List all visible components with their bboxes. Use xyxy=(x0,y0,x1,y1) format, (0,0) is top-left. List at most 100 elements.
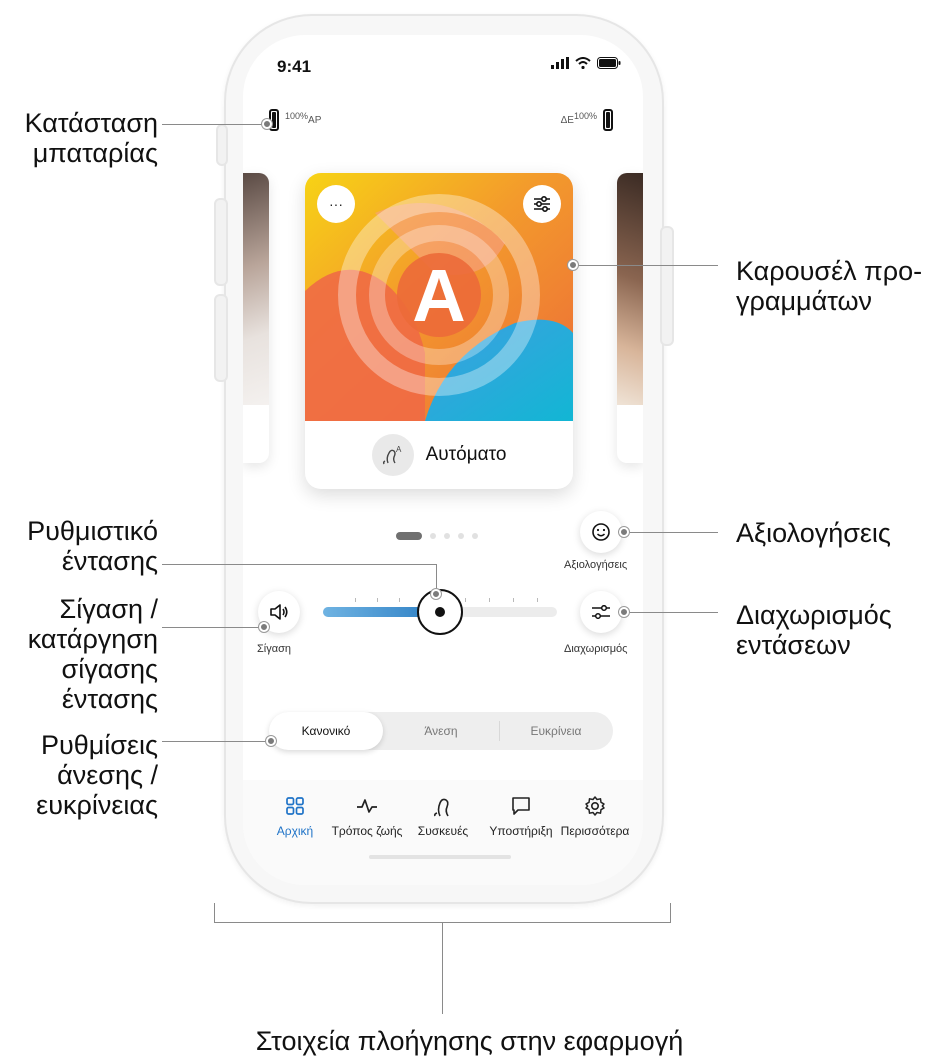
program-image-prev xyxy=(243,173,269,405)
nav-item-devices[interactable]: Συσκευές xyxy=(401,780,485,838)
sliders-icon xyxy=(592,605,610,619)
slider-tick xyxy=(537,598,538,602)
annotation-comfort-line3: ευκρίνειας xyxy=(36,790,158,820)
leader-volume xyxy=(162,564,436,565)
annotation-mute-line4: έντασης xyxy=(61,684,158,714)
segment-comfort[interactable]: Άνεση xyxy=(383,712,499,750)
bracket-stem xyxy=(442,922,443,1014)
annotation-ratings-line1: Αξιολογήσεις xyxy=(736,518,891,548)
phone-side-button-volume-down xyxy=(214,294,228,382)
ratings-label: Αξιολογήσεις xyxy=(564,559,628,571)
ratings-button[interactable] xyxy=(580,511,622,553)
gear-icon xyxy=(585,796,605,816)
sliders-settings-icon xyxy=(534,196,550,212)
program-settings-button[interactable] xyxy=(523,185,561,223)
leader-knob-mute xyxy=(259,622,269,632)
hearing-aid-auto-icon: A xyxy=(382,445,402,465)
volume-slider-thumb-dot xyxy=(435,607,445,617)
annotation-mute-line1: Σίγαση / xyxy=(59,594,158,624)
annotation-volume: Ρυθμιστικό έντασης xyxy=(4,516,158,576)
carousel-next-card[interactable] xyxy=(617,173,643,463)
annotation-comfort-line1: Ρυθμίσεις xyxy=(40,730,158,760)
wifi-icon xyxy=(575,57,591,69)
segment-normal[interactable]: Κανονικό xyxy=(269,712,383,750)
program-card[interactable]: A ··· A Αυτόματο xyxy=(305,173,573,489)
program-letter: A xyxy=(412,254,465,337)
status-time: 9:41 xyxy=(277,57,312,76)
speaker-icon xyxy=(270,604,288,620)
annotation-battery-line1: Κατάσταση xyxy=(24,108,158,138)
split-volume-label: Διαχωρισμός xyxy=(564,643,628,655)
phone-side-button-power xyxy=(660,226,674,346)
slider-tick xyxy=(465,598,466,602)
nav-label-support: Υποστήριξη xyxy=(489,824,553,838)
nav-item-support[interactable]: Υποστήριξη xyxy=(479,780,563,838)
battery-left: 100% ΑΡ xyxy=(269,109,321,131)
annotation-split: Διαχωρισμός εντάσεων xyxy=(736,600,936,660)
slider-tick xyxy=(399,598,400,602)
page-dot-1[interactable] xyxy=(396,532,422,540)
annotation-split-line1: Διαχωρισμός xyxy=(736,600,892,630)
annotation-comfort: Ρυθμίσεις άνεσης / ευκρίνειας xyxy=(4,730,158,820)
battery-left-percent: 100% xyxy=(285,111,309,121)
leader-battery xyxy=(162,124,268,125)
annotation-mute-line2: κατάργηση xyxy=(27,624,158,654)
leader-comfort xyxy=(162,741,272,742)
phone-battery-icon xyxy=(597,57,621,69)
annotation-mute-line3: σίγασης xyxy=(61,654,158,684)
annotation-volume-line2: έντασης xyxy=(61,546,158,576)
annotation-navigation: Στοιχεία πλοήγησης στην εφαρμογή xyxy=(200,1026,739,1056)
battery-right-icon xyxy=(603,109,613,131)
annotation-comfort-line2: άνεσης / xyxy=(57,760,158,790)
page-dot-4[interactable] xyxy=(458,533,464,539)
nav-item-lifestyle[interactable]: Τρόπος ζωής xyxy=(325,780,409,838)
program-card-footer: A Αυτόματο xyxy=(305,421,573,489)
battery-right: ΔΕ 100% xyxy=(561,109,613,131)
carousel-page-indicator[interactable] xyxy=(396,532,478,540)
leader-knob-ratings xyxy=(619,527,629,537)
comfort-clarity-segmented-control[interactable]: Κανονικό Άνεση Ευκρίνεια xyxy=(269,712,613,750)
grid-icon xyxy=(286,797,304,815)
nav-label-more: Περισσότερα xyxy=(560,824,630,838)
smiley-icon xyxy=(592,523,610,541)
activity-icon xyxy=(357,799,377,813)
nav-label-devices: Συσκευές xyxy=(417,824,469,838)
program-name: Αυτόματο xyxy=(425,444,507,465)
page-dot-2[interactable] xyxy=(430,533,436,539)
leader-knob-carousel xyxy=(568,260,578,270)
carousel-prev-card[interactable] xyxy=(243,173,269,463)
annotation-battery-line2: μπαταρίας xyxy=(32,138,158,168)
segment-clarity[interactable]: Ευκρίνεια xyxy=(499,712,613,750)
nav-item-more[interactable]: Περισσότερα xyxy=(553,780,637,838)
mute-label: Σίγαση xyxy=(257,643,292,655)
hearing-aid-icon xyxy=(433,798,449,817)
leader-knob-volume xyxy=(431,589,441,599)
leader-ratings xyxy=(626,532,718,533)
annotation-volume-line1: Ρυθμιστικό xyxy=(27,516,158,546)
page-dot-5[interactable] xyxy=(472,533,478,539)
annotation-ratings: Αξιολογήσεις xyxy=(736,518,936,548)
bracket-left-tick xyxy=(214,903,215,923)
leader-knob-split xyxy=(619,607,629,617)
svg-text:A: A xyxy=(396,445,402,454)
annotation-carousel-line2: γραμμάτων xyxy=(736,286,873,316)
app-screen: 9:41 100% ΑΡ ΔΕ 100% A ··· A Αυτόματο Αξ… xyxy=(243,35,643,885)
more-options-button[interactable]: ··· xyxy=(317,185,355,223)
split-volume-button[interactable] xyxy=(580,591,622,633)
leader-split xyxy=(626,612,718,613)
slider-tick xyxy=(377,598,378,602)
slider-tick xyxy=(489,598,490,602)
nav-label-lifestyle: Τρόπος ζωής xyxy=(331,824,403,838)
status-icons xyxy=(551,57,621,69)
annotation-split-line2: εντάσεων xyxy=(736,630,851,660)
slider-tick xyxy=(513,598,514,602)
more-icon: ··· xyxy=(329,196,343,212)
leader-knob-comfort xyxy=(266,736,276,746)
home-indicator xyxy=(369,855,511,859)
battery-right-percent: 100% xyxy=(573,111,597,121)
leader-knob-battery xyxy=(262,119,272,129)
page-dot-3[interactable] xyxy=(444,533,450,539)
annotation-carousel: Καρουσέλ προ- γραμμάτων xyxy=(736,256,936,316)
chat-icon xyxy=(512,797,530,815)
phone-side-button-silent xyxy=(216,124,228,166)
